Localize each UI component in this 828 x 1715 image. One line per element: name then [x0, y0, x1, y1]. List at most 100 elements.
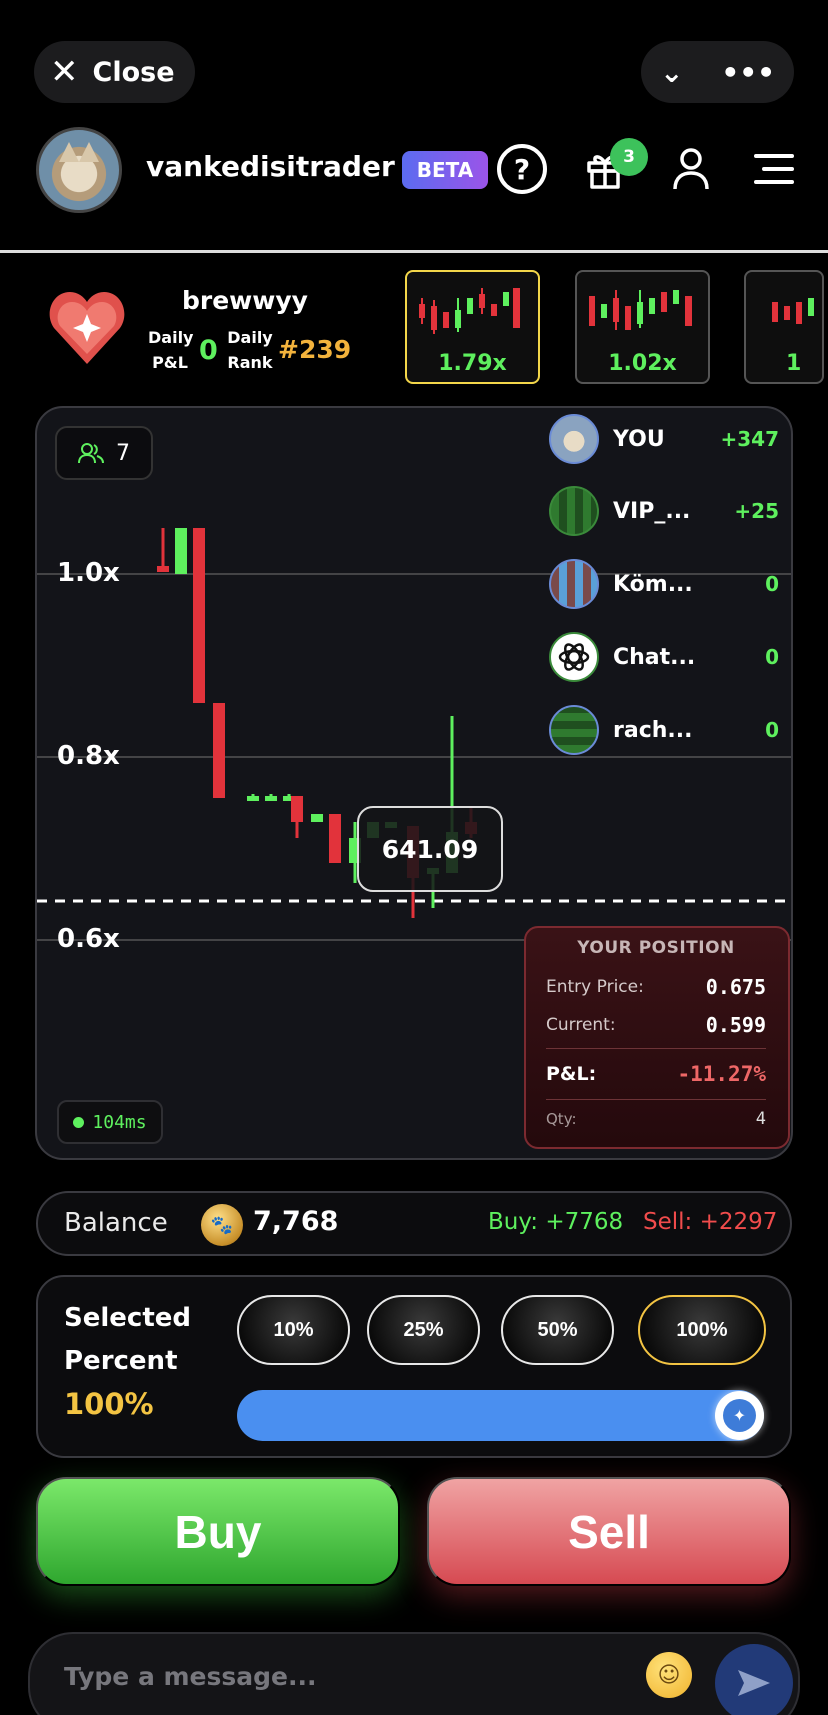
- close-label: Close: [92, 56, 175, 88]
- slider-thumb[interactable]: ✦: [715, 1391, 764, 1440]
- current-price-label: Current:: [546, 1015, 616, 1035]
- leaderboard-row[interactable]: Chat... 0: [549, 630, 779, 684]
- avatar: [549, 705, 599, 755]
- selected-percent-label: Selected Percent: [64, 1303, 191, 1376]
- send-icon: [738, 1670, 770, 1696]
- leaderboard-name: YOU: [613, 426, 665, 452]
- chat-bar: ☺: [28, 1632, 800, 1715]
- percent-50-button[interactable]: 50%: [501, 1295, 614, 1365]
- leaderboard-score: 0: [765, 718, 779, 742]
- chatgpt-icon: [558, 643, 590, 671]
- leaderboard-score: +347: [720, 427, 779, 451]
- daily-rank-value: #239: [278, 335, 352, 364]
- leaderboard-name: Chat...: [613, 644, 696, 670]
- percent-25-button[interactable]: 25%: [367, 1295, 480, 1365]
- leaderboard-name: rach...: [613, 717, 693, 743]
- game-card-1[interactable]: 1.79x: [405, 270, 540, 384]
- current-price-tag: 641.09: [357, 806, 503, 892]
- profile-icon[interactable]: [666, 144, 716, 194]
- leaderboard-name: VIP_...: [613, 498, 691, 524]
- game-card-2[interactable]: 1.02x: [575, 270, 710, 384]
- y-axis-label: 0.8x: [57, 741, 120, 771]
- balance-value: 7,768: [253, 1206, 339, 1237]
- chevron-down-icon[interactable]: ⌄: [660, 56, 683, 89]
- candle-body: [213, 703, 225, 798]
- daily-pl-value: 0: [199, 335, 218, 366]
- close-icon: ✕: [50, 52, 79, 92]
- send-button[interactable]: [715, 1644, 793, 1715]
- emoji-icon[interactable]: ☺: [646, 1652, 692, 1698]
- players-count: 7: [116, 440, 130, 466]
- sell-amount: Sell: +2297: [643, 1209, 778, 1235]
- close-button[interactable]: ✕ Close: [34, 41, 195, 103]
- leaderboard-row[interactable]: YOU +347: [549, 412, 779, 466]
- player-name: brewwyy: [182, 286, 308, 315]
- daily-pl-label: Daily P&L: [148, 328, 194, 372]
- beta-badge: BETA: [402, 151, 488, 189]
- coin-icon: 🐾: [201, 1204, 243, 1246]
- game-card-3[interactable]: 1: [744, 270, 824, 384]
- candle-body: [291, 796, 303, 822]
- candle-body: [329, 814, 341, 863]
- leaderboard-score: +25: [734, 499, 779, 523]
- menu-icon[interactable]: [744, 144, 794, 194]
- mini-chart-icon: [772, 298, 814, 324]
- avatar: [549, 486, 599, 536]
- avatar: [549, 414, 599, 464]
- percent-100-button[interactable]: 100%: [638, 1295, 766, 1365]
- percent-selector-panel: Selected Percent 100% 10% 25% 50% 100% ✦: [36, 1275, 792, 1458]
- leaderboard-row[interactable]: VIP_... +25: [549, 484, 779, 538]
- sparkle-icon: ✦: [723, 1399, 756, 1432]
- qty-value: 4: [755, 1109, 766, 1129]
- mini-chart-icon: [589, 290, 692, 330]
- leaderboard-score: 0: [765, 572, 779, 596]
- y-axis-label: 1.0x: [57, 558, 120, 588]
- avatar[interactable]: [36, 127, 122, 213]
- window-controls: ⌄ •••: [641, 41, 794, 103]
- game-card-multiplier: 1: [786, 351, 802, 376]
- candle-body: [175, 528, 187, 574]
- candle-body: [265, 796, 277, 801]
- your-position-card: YOUR POSITION Entry Price: 0.675 Current…: [524, 926, 790, 1149]
- balance-bar: Balance 🐾 7,768 Buy: +7768 Sell: +2297: [36, 1191, 792, 1256]
- game-card-multiplier: 1.02x: [608, 351, 677, 376]
- buy-amount: Buy: +7768: [488, 1209, 624, 1235]
- pl-label: P&L:: [546, 1063, 597, 1085]
- avatar: [549, 559, 599, 609]
- latency-value: 104ms: [92, 1111, 147, 1133]
- candle-body: [247, 796, 259, 801]
- leaderboard-score: 0: [765, 645, 779, 669]
- qty-label: Qty:: [546, 1110, 577, 1128]
- help-icon[interactable]: ?: [497, 144, 547, 194]
- percent-slider[interactable]: [237, 1390, 764, 1441]
- candle-body: [157, 566, 169, 572]
- avatar: [549, 632, 599, 682]
- position-title: YOUR POSITION: [577, 938, 735, 958]
- status-dot-icon: [73, 1116, 85, 1128]
- username: vankedisitrader: [146, 150, 395, 183]
- candle-body: [193, 528, 205, 703]
- players-count-chip[interactable]: 7: [55, 426, 153, 480]
- balance-label: Balance: [64, 1208, 168, 1238]
- current-price-value: 0.599: [705, 1013, 766, 1037]
- header-divider: [0, 250, 828, 253]
- message-input[interactable]: [64, 1656, 564, 1696]
- buy-button[interactable]: Buy: [36, 1477, 400, 1586]
- y-axis-label: 0.6x: [57, 924, 120, 954]
- price-chart-panel: 1.0x 0.8x 0.6x 7 YOU +347 VIP_... +25 Kö…: [35, 406, 793, 1160]
- more-options-icon[interactable]: •••: [721, 56, 775, 89]
- daily-rank-label: Daily Rank: [227, 328, 273, 372]
- game-card-multiplier: 1.79x: [438, 351, 507, 376]
- candle-body: [311, 814, 323, 822]
- heart-badge-icon: [49, 292, 125, 364]
- leaderboard-name: Köm...: [613, 571, 693, 597]
- entry-price-value: 0.675: [705, 975, 766, 999]
- leaderboard-row[interactable]: Köm... 0: [549, 557, 779, 611]
- pl-value: -11.27%: [677, 1062, 766, 1086]
- users-icon: [78, 443, 104, 464]
- mini-chart-icon: [419, 288, 520, 334]
- entry-price-label: Entry Price:: [546, 977, 644, 997]
- leaderboard-row[interactable]: rach... 0: [549, 703, 779, 757]
- sell-button[interactable]: Sell: [427, 1477, 791, 1586]
- percent-10-button[interactable]: 10%: [237, 1295, 350, 1365]
